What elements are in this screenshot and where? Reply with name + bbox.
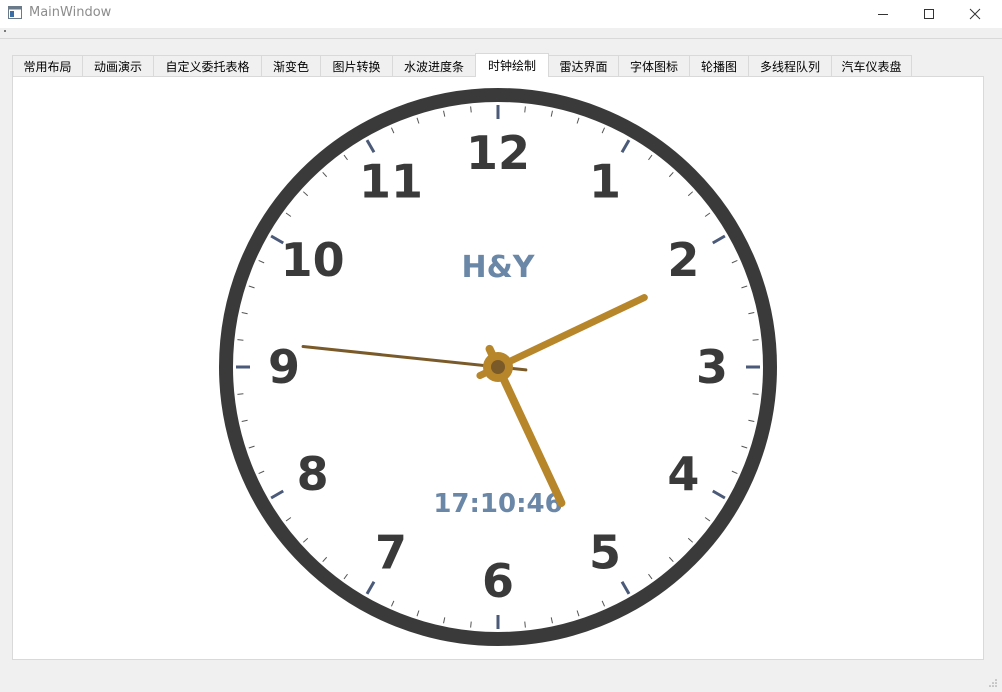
tab-item[interactable]: 水波进度条	[392, 55, 476, 76]
tab-item[interactable]: 自定义委托表格	[153, 55, 262, 76]
clock-numeral: 2	[667, 233, 699, 287]
minute-tick	[524, 621, 526, 628]
minute-tick	[752, 393, 759, 395]
tab-item[interactable]: 渐变色	[261, 55, 321, 76]
minute-tick	[470, 621, 472, 628]
clock-numeral: 12	[466, 126, 530, 180]
clock-numeral: 10	[281, 233, 345, 287]
minute-tick	[524, 106, 526, 113]
minimize-button[interactable]	[860, 0, 906, 28]
close-icon	[969, 8, 981, 20]
maximize-icon	[924, 9, 934, 19]
tab-item[interactable]: 时钟绘制	[475, 53, 549, 77]
digital-time-label: 17:10:46	[433, 489, 562, 519]
window-title: MainWindow	[29, 5, 112, 20]
minute-tick	[237, 393, 244, 395]
minimize-icon	[878, 14, 888, 15]
menubar-divider	[0, 38, 1002, 39]
tab-item[interactable]: 汽车仪表盘	[831, 55, 912, 76]
minute-tick	[470, 106, 472, 113]
clock-numeral: 11	[359, 155, 423, 209]
tab-item[interactable]: 字体图标	[618, 55, 690, 76]
menubar-handle	[4, 30, 6, 32]
tab-item[interactable]: 动画演示	[82, 55, 154, 76]
app-icon	[8, 6, 22, 19]
clock-numeral: 4	[667, 447, 699, 501]
clock-numeral: 8	[297, 447, 329, 501]
clock-tab-pane: 12 1 2 3 4 5 6 7 8 9 10 11 H&Y 17:10:46	[12, 76, 984, 660]
tab-item[interactable]: 图片转换	[320, 55, 393, 76]
close-button[interactable]	[952, 0, 998, 28]
clock-numeral: 6	[482, 554, 514, 608]
clock-brand-label: H&Y	[462, 250, 536, 285]
clock-numeral: 7	[375, 525, 407, 579]
resize-grip-icon[interactable]	[988, 678, 998, 688]
minute-tick	[752, 339, 759, 341]
clock-numeral: 1	[589, 155, 621, 209]
tab-item[interactable]: 常用布局	[12, 55, 83, 76]
clock-numeral: 3	[696, 340, 728, 394]
clock-numeral: 9	[268, 340, 300, 394]
tab-item[interactable]: 轮播图	[689, 55, 749, 76]
title-bar: MainWindow	[0, 0, 1002, 28]
analog-clock: 12 12 3 45 6 78 9 10 11 H&Y 17:10:46	[219, 88, 777, 646]
center-dot	[491, 360, 505, 374]
minute-tick	[237, 339, 244, 341]
tab-item[interactable]: 雷达界面	[548, 55, 619, 76]
maximize-button[interactable]	[906, 0, 952, 28]
clock-numeral: 5	[589, 525, 621, 579]
tab-item[interactable]: 多线程队列	[748, 55, 832, 76]
